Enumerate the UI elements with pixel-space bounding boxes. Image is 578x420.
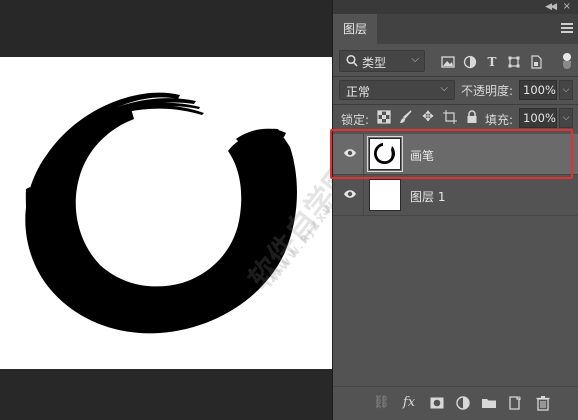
layers-bottom-toolbar: ⛓ fx [333,386,578,420]
chevron-down-icon: ⌵ [411,54,419,65]
divider [333,104,578,105]
shape-filter-icon[interactable] [507,55,521,69]
adjustment-layer-icon[interactable] [455,395,471,411]
layer-style-icon[interactable]: fx [401,395,417,411]
layers-list: 画笔 图层 1 [330,129,578,386]
panel-tab-row: 图层 [333,14,578,44]
delete-layer-icon[interactable] [535,395,551,411]
layer-name[interactable]: 图层 1 [410,188,445,205]
fill-input[interactable]: 100% [519,108,557,128]
layer-name[interactable]: 画笔 [410,147,434,164]
tab-layers[interactable]: 图层 [333,14,378,44]
smart-object-filter-icon[interactable] [529,55,543,69]
fill-dropdown-button[interactable]: ⌵ [559,108,573,128]
document-workspace [0,0,332,420]
layer-thumbnail[interactable] [369,179,401,211]
search-icon [346,54,358,67]
blend-mode-select[interactable]: 正常 ⌵ [339,80,455,100]
layer-row[interactable]: 画笔 [333,134,578,175]
layers-panel: ◀◀ × 图层 类型 ⌵ T 正常 ⌵ 不透明度: 100% ⌵ 锁定: ✥ 填… [330,0,578,420]
blend-mode-value: 正常 [346,85,371,99]
add-mask-icon[interactable] [429,395,445,411]
lock-image-pixels-icon[interactable] [399,110,413,124]
eye-icon[interactable] [343,148,357,158]
opacity-dropdown-button[interactable]: ⌵ [559,80,573,100]
filter-row: 类型 ⌵ T [333,46,578,76]
brush-circle-artwork [25,92,297,334]
filter-kind-label: 类型 [362,56,387,70]
lock-all-icon[interactable] [465,110,479,124]
layer-thumbnail[interactable] [367,136,403,172]
lock-label: 锁定: [341,113,370,127]
fill-label: 填充: [485,113,514,127]
new-group-icon[interactable] [481,395,497,411]
image-filter-icon[interactable] [441,55,455,69]
layer-row[interactable]: 图层 1 [333,175,578,216]
eye-icon[interactable] [343,189,357,199]
new-layer-icon[interactable] [507,395,523,411]
lock-position-icon[interactable]: ✥ [421,110,435,124]
collapse-panel-icon[interactable]: ◀◀ [545,2,557,12]
chevron-down-icon: ⌵ [440,83,448,94]
type-filter-icon[interactable]: T [485,55,499,69]
adjustment-filter-icon[interactable] [463,55,477,69]
close-panel-icon[interactable]: × [563,1,571,12]
panel-title-bar: ◀◀ × [333,0,578,14]
brush-circle-thumbnail [374,143,395,164]
filter-toggle-switch[interactable] [563,53,571,69]
lock-transparent-pixels-icon[interactable] [377,110,391,124]
lock-artboard-icon[interactable] [443,110,457,124]
canvas[interactable] [0,57,332,369]
divider [333,76,578,77]
filter-kind-select[interactable]: 类型 ⌵ [339,50,425,72]
panel-menu-icon[interactable] [561,23,573,33]
link-layers-icon[interactable]: ⛓ [373,395,390,411]
opacity-label: 不透明度: [461,84,514,98]
opacity-input[interactable]: 100% [519,80,557,100]
